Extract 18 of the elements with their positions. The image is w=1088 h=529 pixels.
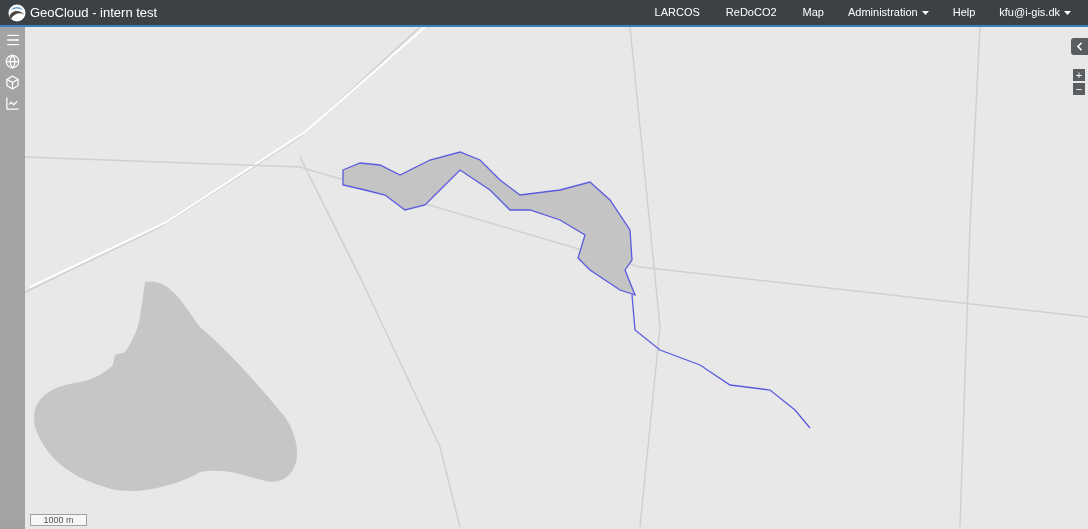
nav-link[interactable]: Map [789,4,837,21]
zoom-out-button[interactable]: − [1073,83,1085,95]
line-chart-icon[interactable] [5,96,20,111]
globe-icon[interactable] [5,54,20,69]
nav-link[interactable]: ReDoCO2 [712,4,790,21]
logo-icon [8,3,26,22]
panel-toggle-button[interactable] [1071,38,1088,55]
nav-dropdown[interactable]: kfu@i-gis.dk [988,4,1082,21]
app-title: GeoCloud - intern test [30,3,158,22]
nav-link[interactable]: Help [939,4,989,21]
layers-menu-icon[interactable] [4,32,21,48]
scale-bar: 1000 m [30,514,87,526]
caret-icon [921,10,929,15]
nav-dropdown[interactable]: Administration [837,4,940,21]
caret-icon [1064,10,1071,15]
zoom-in-button[interactable]: + [1073,69,1085,81]
cube-icon[interactable] [5,75,20,90]
nav-link[interactable]: LARCOS [641,4,713,21]
